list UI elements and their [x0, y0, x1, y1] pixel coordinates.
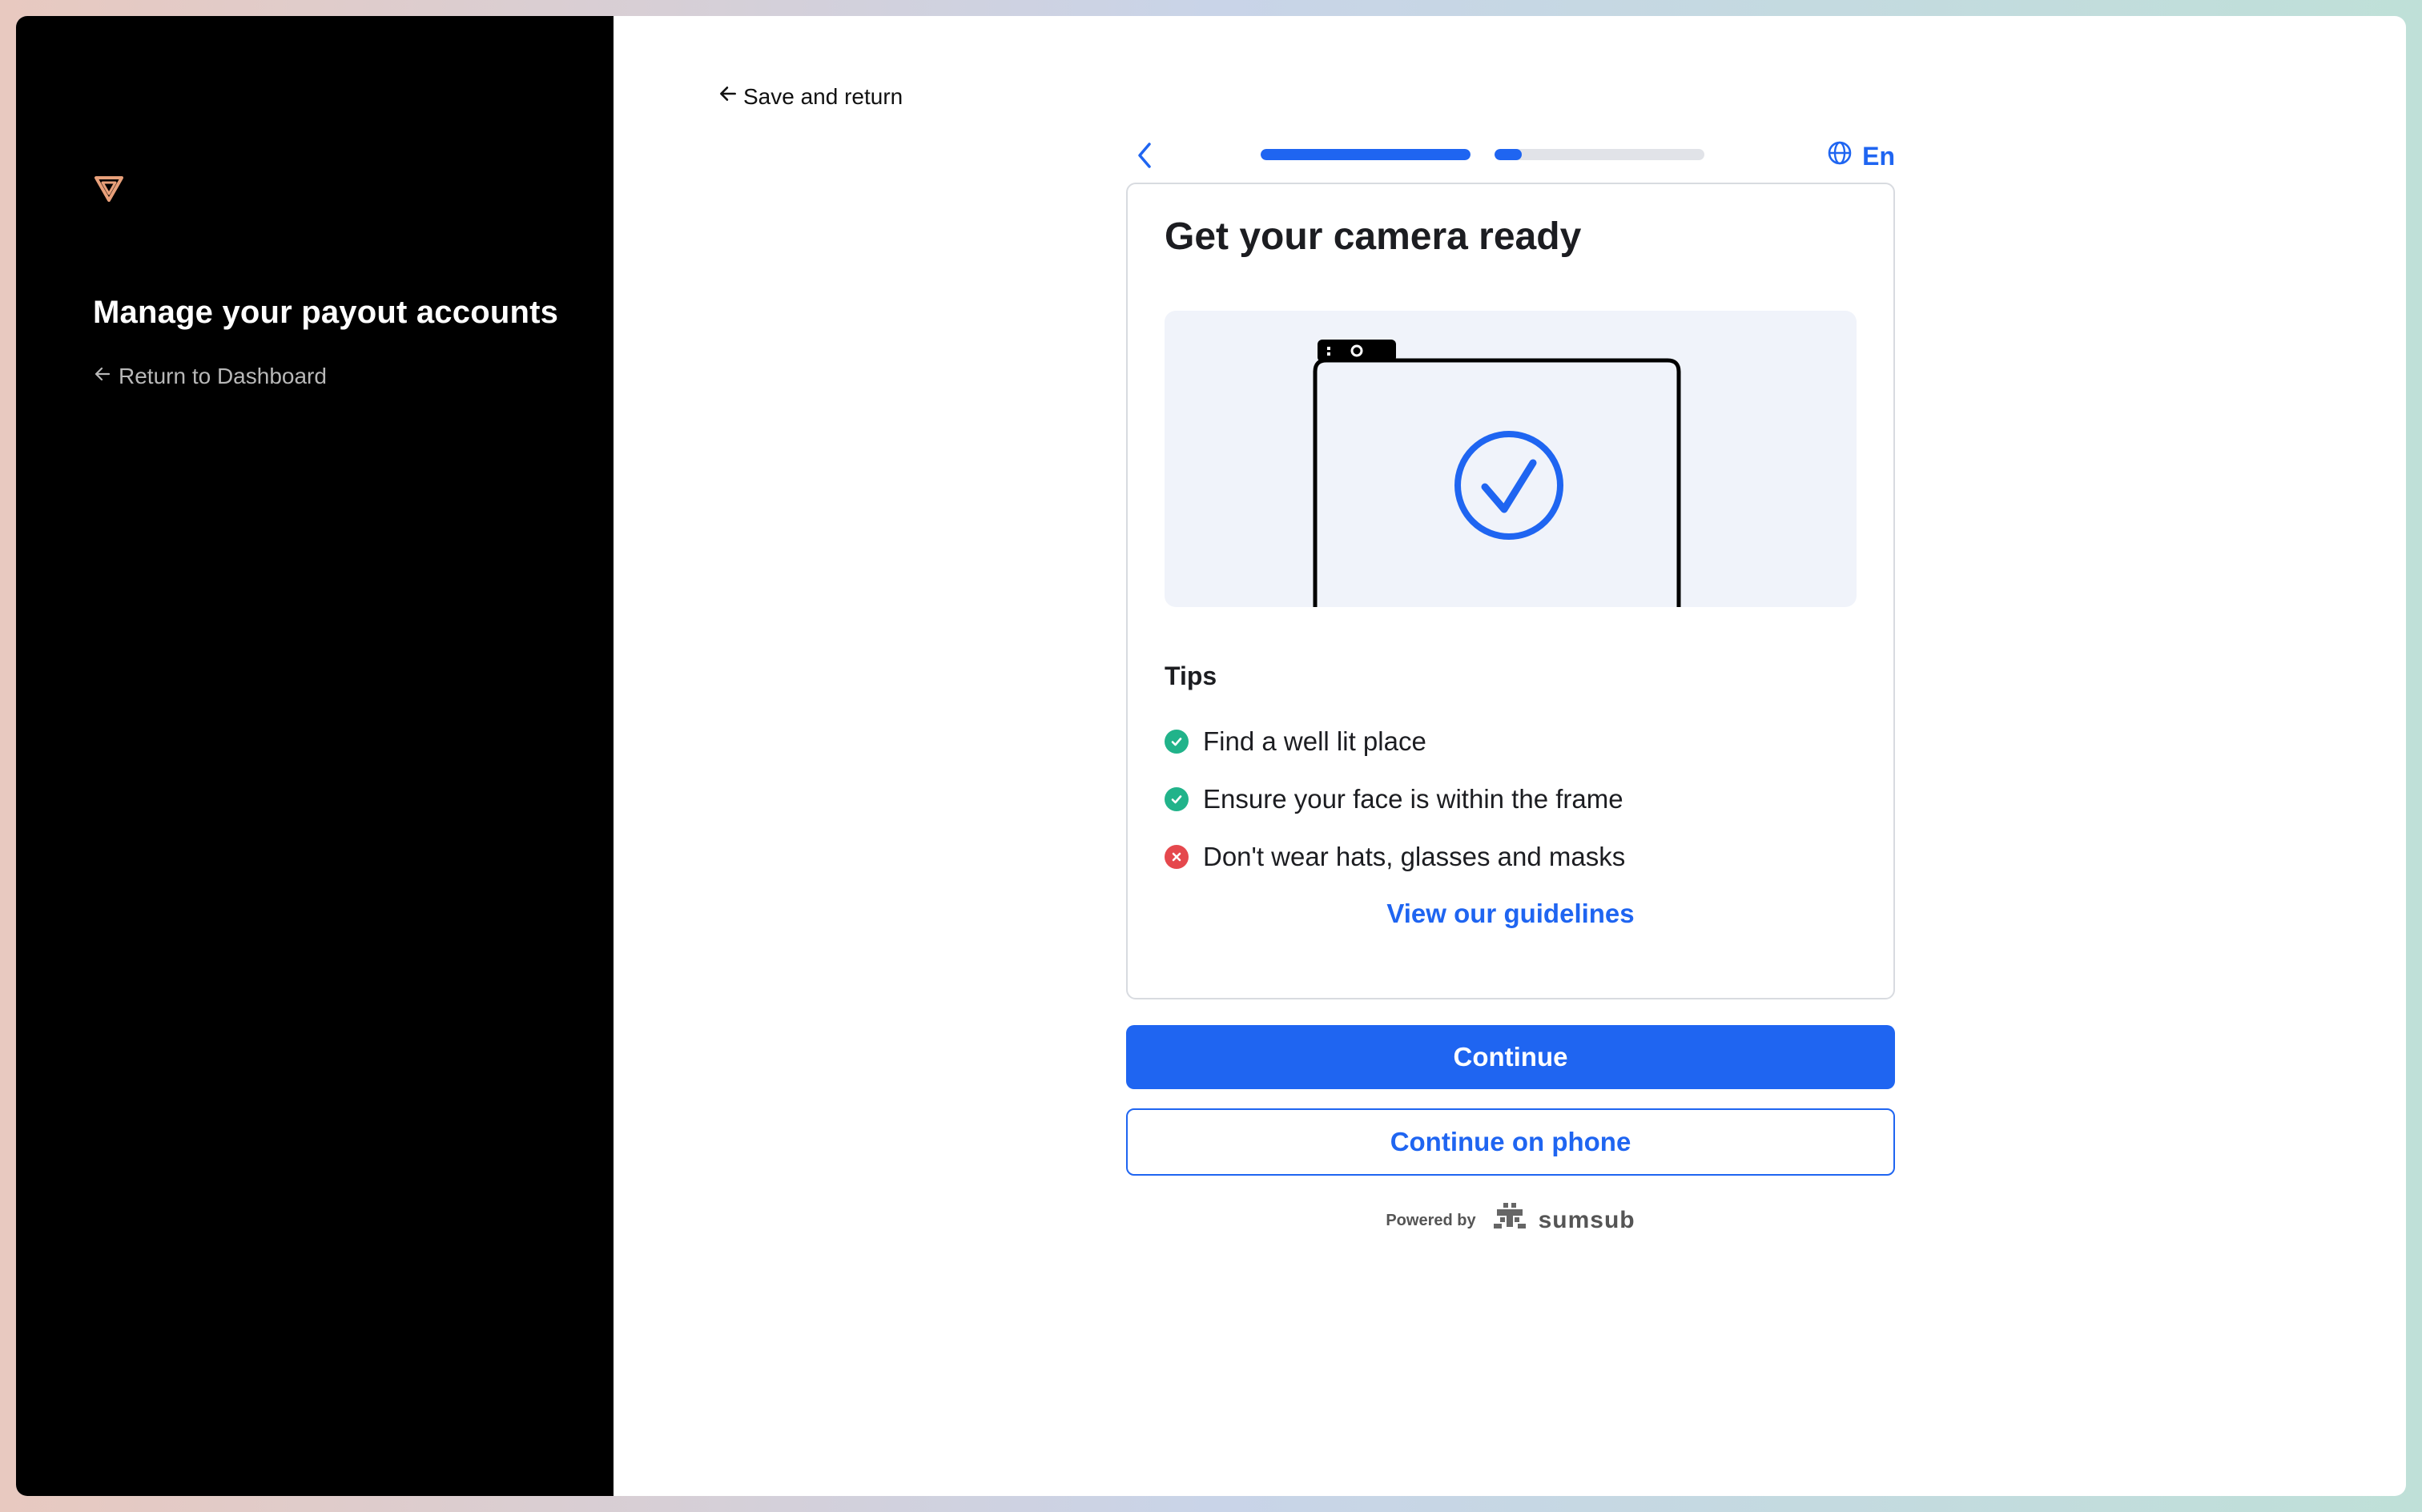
progress-bar-step-2 [1495, 149, 1704, 160]
language-selector[interactable]: En [1827, 136, 1895, 176]
x-circle-icon [1165, 845, 1189, 869]
powered-by-footer: Powered by sumsub [1126, 1201, 1895, 1240]
globe-icon [1827, 140, 1853, 172]
progress-bar-step-1 [1261, 149, 1470, 160]
view-guidelines-link[interactable]: View our guidelines [1128, 899, 1893, 929]
tip-text: Find a well lit place [1203, 726, 1426, 756]
language-label: En [1862, 141, 1895, 171]
tip-text: Don't wear hats, glasses and masks [1203, 842, 1626, 871]
progress-fill [1495, 149, 1523, 160]
sidebar-title: Manage your payout accounts [93, 295, 559, 330]
sumsub-logo-icon [1489, 1201, 1531, 1240]
return-to-dashboard-link[interactable]: Return to Dashboard [93, 364, 327, 389]
continue-button[interactable]: Continue [1126, 1025, 1895, 1089]
tip-text: Ensure your face is within the frame [1203, 784, 1623, 814]
brand-name: sumsub [1538, 1207, 1635, 1233]
camera-instructions-card: Get your camera ready Tips Find a well l… [1126, 183, 1895, 999]
tip-item: Ensure your face is within the frame [1165, 770, 1625, 828]
phone-camera-illustration [1165, 311, 1857, 607]
app-window: Manage your payout accounts Return to Da… [16, 16, 2406, 1496]
tips-list: Find a well lit place Ensure your face i… [1165, 713, 1625, 886]
powered-by-label: Powered by [1386, 1211, 1476, 1229]
step-header: En [1126, 128, 1895, 176]
tip-item: Find a well lit place [1165, 713, 1625, 770]
chevron-left-icon [1133, 141, 1157, 174]
card-title: Get your camera ready [1165, 215, 1582, 258]
sumsub-brand: sumsub [1489, 1201, 1635, 1240]
save-and-return-label: Save and return [743, 83, 903, 109]
return-to-dashboard-label: Return to Dashboard [119, 364, 327, 388]
arrow-left-icon [718, 83, 738, 110]
back-button[interactable] [1126, 138, 1165, 176]
tip-item: Don't wear hats, glasses and masks [1165, 828, 1625, 886]
main-panel: Save and return En Get your camera ready… [614, 16, 2406, 1496]
arrow-left-icon [93, 364, 112, 389]
check-circle-icon [1165, 730, 1189, 754]
sidebar: Manage your payout accounts Return to Da… [16, 16, 614, 1496]
progress-fill [1261, 149, 1470, 160]
check-circle-icon [1165, 787, 1189, 811]
tips-heading: Tips [1165, 662, 1217, 690]
triangle-logo-icon [93, 173, 125, 205]
save-and-return-button[interactable]: Save and return [718, 83, 903, 110]
continue-on-phone-button[interactable]: Continue on phone [1126, 1108, 1895, 1176]
